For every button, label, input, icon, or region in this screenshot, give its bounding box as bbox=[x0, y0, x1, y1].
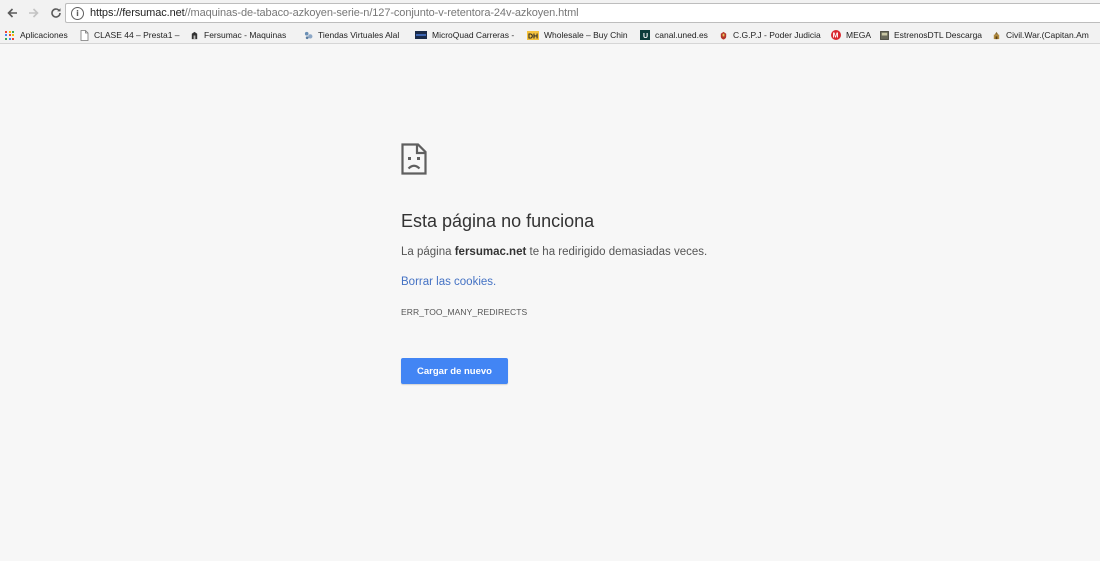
site-icon bbox=[191, 31, 198, 39]
error-description-suffix: te ha redirigido demasiadas veces. bbox=[526, 246, 708, 258]
bookmark-microquad[interactable]: MicroQuad Carreras - bbox=[415, 27, 517, 43]
back-button[interactable] bbox=[1, 2, 23, 24]
bookmark-cgpj[interactable]: C.G.P.J - Poder Judicia bbox=[719, 27, 821, 43]
clear-cookies-link[interactable]: Borrar las cookies. bbox=[401, 276, 496, 288]
url-path: //maquinas-de-tabaco-azkoyen-serie-n/127… bbox=[184, 7, 579, 19]
bookmark-label: EstrenosDTL Descarga bbox=[894, 30, 983, 40]
bookmark-label: MicroQuad Carreras - bbox=[432, 30, 515, 40]
bookmark-label: Fersumac - Maquinas bbox=[204, 30, 287, 40]
site-icon bbox=[993, 31, 1000, 39]
bookmark-label: Aplicaciones bbox=[20, 30, 68, 40]
svg-text:M: M bbox=[833, 33, 839, 40]
bookmark-mega[interactable]: M MEGA bbox=[831, 27, 871, 43]
forward-button[interactable] bbox=[23, 2, 45, 24]
error-description-prefix: La página bbox=[401, 246, 455, 258]
bookmark-aplicaciones[interactable]: Aplicaciones bbox=[5, 27, 68, 43]
error-title: Esta página no funciona bbox=[401, 211, 595, 231]
url-text[interactable]: https://fersumac.net//maquinas-de-tabaco… bbox=[90, 7, 579, 19]
cgpj-icon bbox=[720, 31, 727, 40]
arrow-right-icon bbox=[29, 8, 39, 18]
bookmark-dhgate[interactable]: DH Wholesale – Buy Chin bbox=[527, 27, 631, 43]
bookmark-label: C.G.P.J - Poder Judicia bbox=[733, 30, 821, 40]
dh-icon: DH bbox=[527, 30, 539, 40]
bookmark-estrenosdtl[interactable]: EstrenosDTL Descarga bbox=[880, 27, 984, 43]
reload-page-button[interactable]: Cargar de nuevo bbox=[401, 358, 508, 384]
reload-button[interactable] bbox=[45, 2, 67, 24]
bookmarks-bar: Aplicaciones CLASE 44 – Presta1 – Fersum… bbox=[0, 26, 1100, 44]
svg-text:DH: DH bbox=[528, 33, 538, 40]
reload-icon bbox=[51, 8, 61, 18]
arrow-left-icon bbox=[7, 8, 17, 18]
svg-text:U: U bbox=[643, 33, 648, 40]
uned-icon: U bbox=[640, 30, 650, 40]
error-description-host: fersumac.net bbox=[454, 246, 527, 258]
error-code: ERR_TOO_MANY_REDIRECTS bbox=[401, 307, 528, 317]
site-icon bbox=[304, 31, 313, 39]
bookmark-label: CLASE 44 – Presta1 – bbox=[94, 30, 180, 40]
bookmark-fersumac[interactable]: Fersumac - Maquinas bbox=[190, 27, 294, 43]
bookmark-label: Tiendas Virtuales Alal bbox=[318, 30, 400, 40]
browser-toolbar: i https://fersumac.net//maquinas-de-taba… bbox=[0, 0, 1100, 26]
site-icon bbox=[415, 31, 427, 39]
bookmark-label: canal.uned.es bbox=[655, 30, 708, 40]
sad-page-icon bbox=[401, 143, 427, 175]
bookmark-label: Civil.War.(Capitan.Am bbox=[1006, 30, 1089, 40]
info-circle-icon[interactable]: i bbox=[71, 6, 84, 20]
mega-icon: M bbox=[831, 30, 841, 40]
bookmark-label: MEGA bbox=[846, 30, 872, 40]
site-icon bbox=[880, 30, 889, 40]
bookmark-tiendas-virtuales[interactable]: Tiendas Virtuales Alal bbox=[304, 27, 405, 43]
address-bar[interactable]: i https://fersumac.net//maquinas-de-taba… bbox=[65, 3, 1100, 23]
bookmark-civil-war[interactable]: Civil.War.(Capitan.Am bbox=[992, 27, 1100, 43]
page-icon bbox=[80, 29, 89, 41]
error-description: La página fersumac.net te ha redirigido … bbox=[401, 246, 707, 258]
bookmark-label: Wholesale – Buy Chin bbox=[544, 30, 628, 40]
bookmark-uned[interactable]: U canal.uned.es bbox=[640, 27, 708, 43]
url-host: https://fersumac.net bbox=[90, 7, 185, 19]
apps-grid-icon bbox=[5, 30, 14, 40]
bookmark-clase44[interactable]: CLASE 44 – Presta1 – bbox=[80, 27, 180, 43]
